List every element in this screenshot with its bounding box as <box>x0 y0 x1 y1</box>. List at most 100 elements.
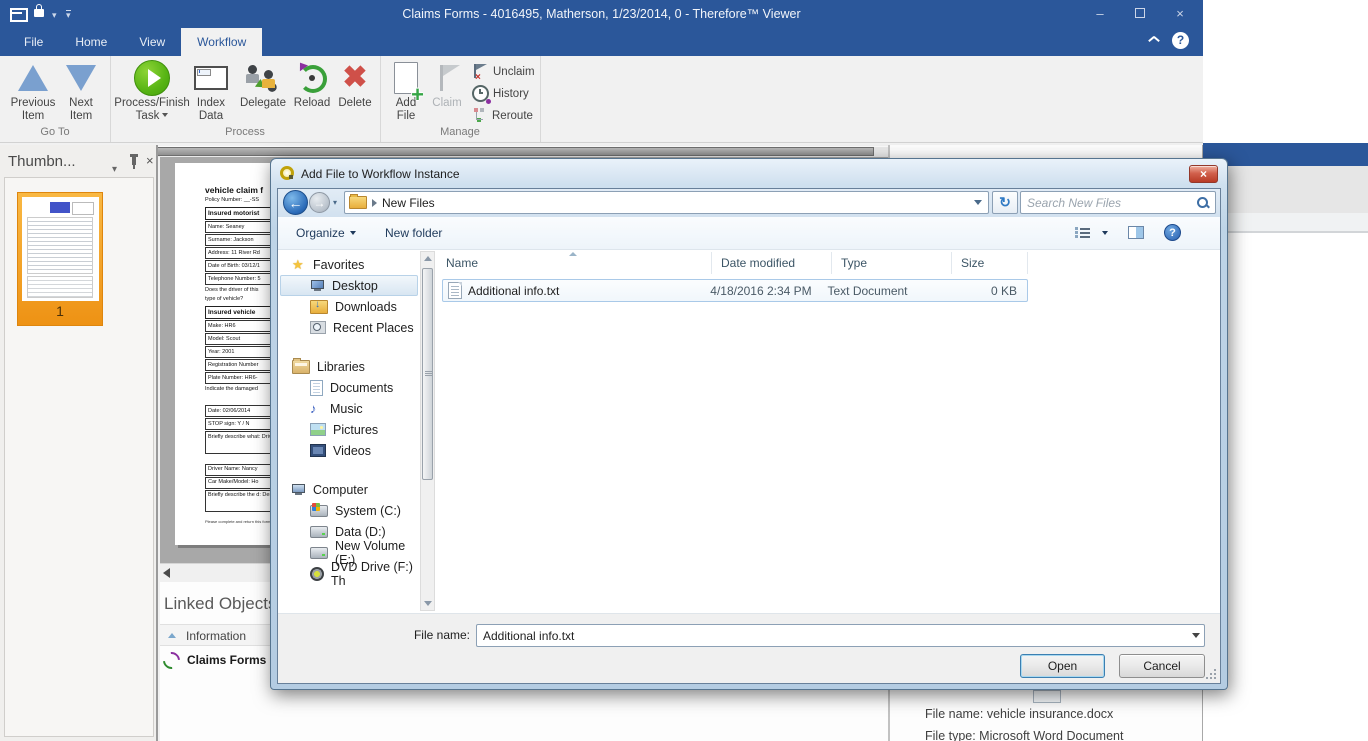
open-button[interactable]: Open <box>1020 654 1105 678</box>
sidebar-item-videos[interactable]: Videos <box>280 440 418 461</box>
file-browser-body: Favorites Desktop Downloads Recent Places Li… <box>278 250 1220 613</box>
pin-icon[interactable] <box>132 157 136 165</box>
combo-dropdown-icon[interactable] <box>1187 625 1204 646</box>
tree-scrollbar[interactable] <box>420 251 435 611</box>
file-type: Text Document <box>827 284 944 298</box>
maximize-button[interactable] <box>1125 4 1155 24</box>
next-item-button[interactable]: Next Item <box>58 59 104 123</box>
scroll-up-icon[interactable] <box>424 256 432 261</box>
panel-menu-caret-icon[interactable] <box>112 159 117 177</box>
unclaim-button[interactable]: × Unclaim <box>472 62 535 81</box>
sidebar-item-system-c-[interactable]: System (C:) <box>280 500 418 521</box>
sidebar-item-label: Documents <box>330 381 393 395</box>
refresh-button[interactable] <box>992 191 1018 214</box>
breadcrumb-location[interactable]: New Files <box>382 196 435 210</box>
window-title: Claims Forms - 4016495, Matherson, 1/23/… <box>0 7 1203 21</box>
tree-gap <box>280 338 418 356</box>
dialog-close-button[interactable] <box>1189 165 1218 183</box>
column-header-size[interactable]: Size <box>952 252 1028 274</box>
sidebar-item-recent-places[interactable]: Recent Places <box>280 317 418 338</box>
help-button[interactable]: ? <box>1172 32 1189 49</box>
linked-object-row[interactable]: Claims Forms - <box>160 650 274 670</box>
button-label: Previous Item <box>8 97 58 123</box>
button-label: History <box>493 88 529 100</box>
forward-button <box>309 192 330 213</box>
sidebar-group-libraries[interactable]: Libraries <box>280 356 418 377</box>
scroll-down-icon[interactable] <box>424 601 432 606</box>
sidebar-item-label: System (C:) <box>335 504 401 518</box>
close-button[interactable]: × <box>1165 4 1195 24</box>
folder-icon <box>349 196 367 209</box>
button-label: Unclaim <box>493 66 535 78</box>
tab-workflow[interactable]: Workflow <box>181 28 262 56</box>
linked-object-label: Claims Forms - <box>187 653 274 667</box>
button-label: Reload <box>294 97 330 110</box>
triangle-up-icon <box>18 65 48 91</box>
sidebar-group-computer[interactable]: Computer <box>280 479 418 500</box>
file-list-header: NameDate modifiedTypeSize <box>437 252 1028 274</box>
previous-item-button[interactable]: Previous Item <box>8 59 58 123</box>
sidebar-item-pictures[interactable]: Pictures <box>280 419 418 440</box>
reload-button[interactable]: Reload <box>290 59 334 110</box>
column-header-date-modified[interactable]: Date modified <box>712 252 832 274</box>
sidebar-item-label: Desktop <box>332 279 378 293</box>
sidebar-item-documents[interactable]: Documents <box>280 377 418 398</box>
index-data-button[interactable]: Index Data <box>190 59 232 123</box>
sidebar-group-label: Favorites <box>313 258 364 272</box>
sidebar-item-label: DVD Drive (F:) Th <box>331 560 418 588</box>
delete-button[interactable]: Delete <box>334 59 376 110</box>
nav-history-caret-icon[interactable] <box>333 198 337 207</box>
sidebar-item-music[interactable]: Music <box>280 398 418 419</box>
tab-view[interactable]: View <box>123 28 181 56</box>
delegate-button[interactable]: Delegate <box>236 59 290 110</box>
dialog-help-button[interactable] <box>1164 224 1181 241</box>
search-box[interactable]: Search New Files <box>1020 191 1216 214</box>
panel-close-icon[interactable] <box>146 153 154 168</box>
organize-button[interactable]: Organize <box>296 226 356 240</box>
back-button[interactable] <box>283 190 308 215</box>
tab-home[interactable]: Home <box>59 28 123 56</box>
thumbnail-lines <box>27 217 93 274</box>
preview-pane-button[interactable] <box>1128 226 1144 239</box>
search-placeholder: Search New Files <box>1027 196 1196 210</box>
reroute-button[interactable]: Reroute <box>472 106 533 125</box>
music-icon <box>310 402 323 416</box>
sidebar-item-dvd-drive-f-th[interactable]: DVD Drive (F:) Th <box>280 563 418 584</box>
tab-file[interactable]: File <box>8 28 59 56</box>
add-file-button[interactable]: Add File <box>388 59 424 123</box>
collapse-ribbon-icon[interactable] <box>1148 36 1160 44</box>
address-dropdown-icon[interactable] <box>974 200 982 205</box>
text-file-icon <box>448 282 462 299</box>
doc-icon <box>310 380 323 396</box>
file-row[interactable]: Additional info.txt4/18/2016 2:34 PMText… <box>442 279 1028 302</box>
tree-scrollbar-thumb[interactable] <box>422 268 433 480</box>
sort-ascending-icon[interactable] <box>569 252 577 256</box>
dialog-client-area: New Files Search New Files Organize New … <box>277 188 1221 684</box>
cancel-button[interactable]: Cancel <box>1119 654 1205 678</box>
button-label: Index Data <box>190 97 232 123</box>
preview-pane-icon <box>1128 226 1144 239</box>
resize-grip[interactable] <box>1206 669 1216 679</box>
add-file-dialog: Add File to Workflow Instance New Files … <box>270 158 1228 690</box>
sidebar-item-label: Downloads <box>335 300 397 314</box>
sidebar-item-desktop[interactable]: Desktop <box>280 275 418 296</box>
button-label: Next Item <box>58 97 104 123</box>
sidebar-item-downloads[interactable]: Downloads <box>280 296 418 317</box>
file-name-input[interactable]: Additional info.txt <box>476 624 1205 647</box>
page-thumbnail[interactable]: 1 <box>17 192 103 326</box>
column-header-type[interactable]: Type <box>832 252 952 274</box>
minimize-button[interactable]: – <box>1085 4 1115 24</box>
views-button[interactable] <box>1075 226 1108 239</box>
screen: Claims Forms - 4016495, Matherson, 1/23/… <box>0 0 1368 741</box>
thumbnails-panel-title: Thumbn... <box>8 153 76 170</box>
button-label: Process/Finish Task <box>114 97 189 123</box>
sidebar-group-label: Computer <box>313 483 368 497</box>
new-folder-button[interactable]: New folder <box>385 226 442 240</box>
scroll-left-icon[interactable] <box>163 568 170 578</box>
search-icon[interactable] <box>1196 196 1209 209</box>
breadcrumb-separator-icon[interactable] <box>372 199 377 207</box>
process-finish-task-button[interactable]: Process/Finish Task <box>116 59 188 123</box>
history-button[interactable]: History <box>472 84 529 103</box>
address-bar[interactable]: New Files <box>344 191 989 214</box>
sidebar-group-favorites[interactable]: Favorites <box>280 254 418 275</box>
